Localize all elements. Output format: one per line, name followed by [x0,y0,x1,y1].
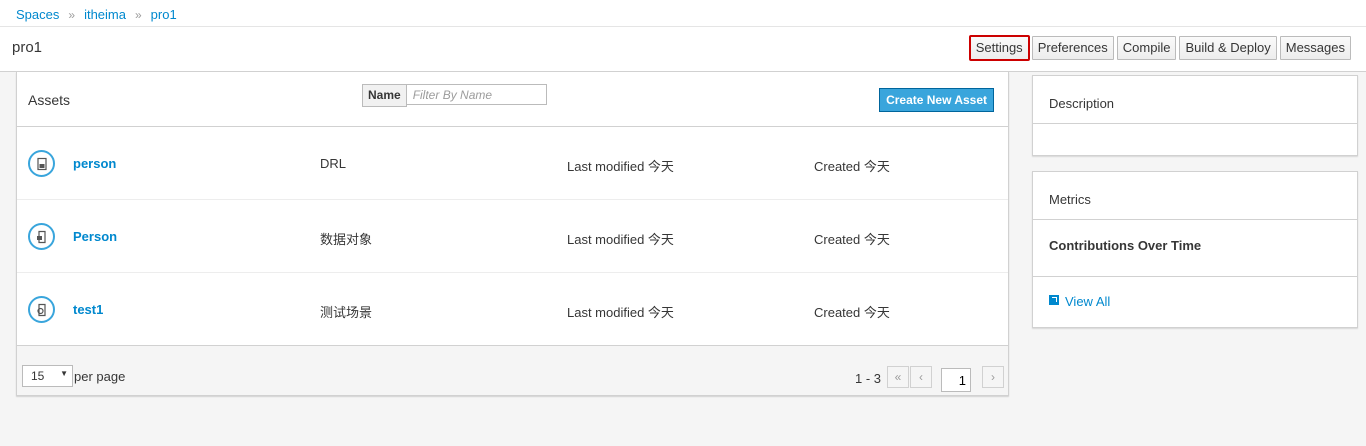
asset-last-modified: Last modified 今天 [567,159,674,174]
preferences-button[interactable]: Preferences [1031,36,1114,60]
asset-created: Created 今天 [814,232,890,247]
build-deploy-button[interactable]: Build & Deploy [1179,36,1277,60]
contributions-over-time-title: Contributions Over Time [1033,220,1357,277]
metrics-card: Metrics Contributions Over Time View All [1032,171,1358,328]
asset-last-modified: Last modified 今天 [567,305,674,320]
breadcrumb-separator-icon: » [68,8,76,22]
page-title: pro1 [12,39,43,56]
asset-type: DRL [320,156,347,171]
first-page-icon[interactable]: « [887,366,909,388]
page-size-value: 15 [31,369,45,383]
asset-row: test1 测试场景 Last modified 今天 Created 今天 [17,273,1008,346]
asset-created: Created 今天 [814,159,890,174]
asset-name-link[interactable]: test1 [73,302,103,317]
compile-button[interactable]: Compile [1116,36,1177,60]
create-new-asset-button[interactable]: Create New Asset [879,88,994,112]
assets-title: Assets [28,92,71,108]
name-filter: Name [362,84,547,107]
asset-name-link[interactable]: person [73,156,116,171]
breadcrumb-separator-icon: » [134,8,142,22]
page-size-select[interactable]: 15 ▼ [22,365,73,387]
breadcrumb: Spaces » itheima » pro1 [0,0,1366,27]
metrics-title: Metrics [1033,172,1357,220]
asset-name-link[interactable]: Person [73,229,117,244]
asset-created: Created 今天 [814,305,890,320]
breadcrumb-space-itheima[interactable]: itheima [84,7,126,22]
next-page-icon[interactable]: › [982,366,1004,388]
data-object-icon [28,223,55,250]
asset-row: Person 数据对象 Last modified 今天 Created 今天 [17,200,1008,273]
assets-header: Assets Name Create New Asset [17,72,1008,127]
asset-row: person DRL Last modified 今天 Created 今天 [17,127,1008,200]
pagination-bar: 15 ▼ per page 1 - 3 « ‹ › [17,345,1008,395]
external-link-icon [1049,295,1059,305]
view-all-link[interactable]: View All [1033,277,1357,309]
settings-button[interactable]: Settings [968,35,1030,61]
assets-panel: Assets Name Create New Asset person DRL … [16,72,1009,396]
view-all-label: View All [1065,294,1111,309]
asset-type: 数据对象 [320,232,373,247]
drl-file-icon [28,150,55,177]
asset-last-modified: Last modified 今天 [567,232,674,247]
messages-button[interactable]: Messages [1279,36,1351,60]
filter-by-name-input[interactable] [406,84,547,105]
project-header: pro1 Settings Preferences Compile Build … [0,27,1366,72]
asset-type: 测试场景 [320,305,373,320]
breadcrumb-project-pro1[interactable]: pro1 [151,7,177,22]
description-card: Description [1032,75,1358,156]
description-title: Description [1033,76,1357,124]
caret-down-icon: ▼ [60,369,68,378]
current-page-input[interactable] [941,368,971,392]
page-range: 1 - 3 [855,371,882,386]
test-scenario-icon [28,296,55,323]
breadcrumb-spaces[interactable]: Spaces [16,7,59,22]
filter-label: Name [362,84,407,107]
project-toolbar: Settings Preferences Compile Build & Dep… [968,35,1351,61]
previous-page-icon[interactable]: ‹ [910,366,932,388]
per-page-label: per page [74,369,126,384]
